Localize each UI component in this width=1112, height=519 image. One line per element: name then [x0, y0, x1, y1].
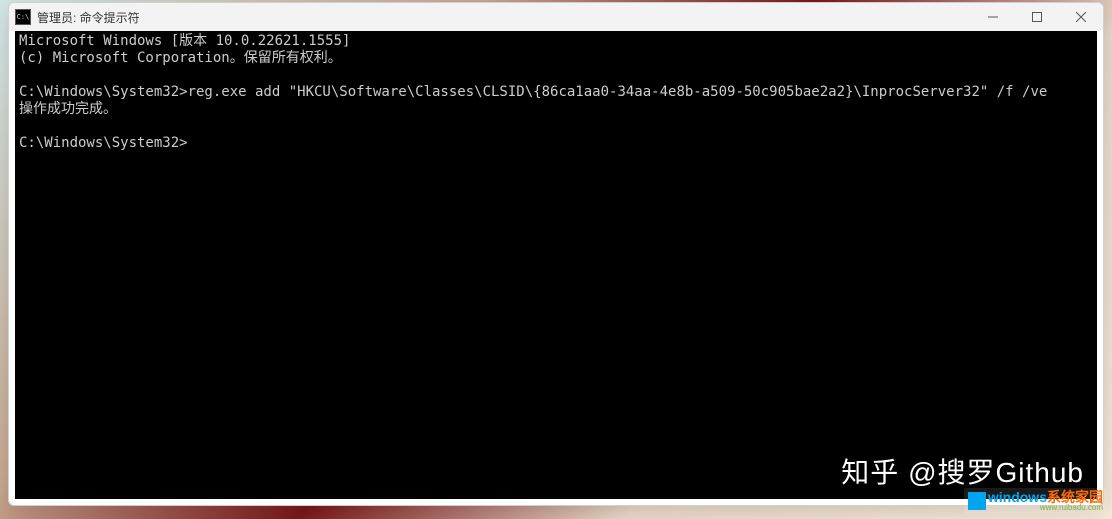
maximize-button[interactable] — [1015, 3, 1059, 31]
window-controls — [971, 3, 1103, 31]
minimize-button[interactable] — [971, 3, 1015, 31]
window-title: 管理员: 命令提示符 — [37, 9, 140, 26]
command-prompt-window: C:\ 管理员: 命令提示符 Microsoft Windows [版本 10.… — [8, 2, 1104, 506]
close-button[interactable] — [1059, 3, 1103, 31]
titlebar[interactable]: C:\ 管理员: 命令提示符 — [9, 3, 1103, 31]
cmd-icon: C:\ — [15, 9, 31, 25]
terminal-output[interactable]: Microsoft Windows [版本 10.0.22621.1555] (… — [15, 31, 1097, 499]
